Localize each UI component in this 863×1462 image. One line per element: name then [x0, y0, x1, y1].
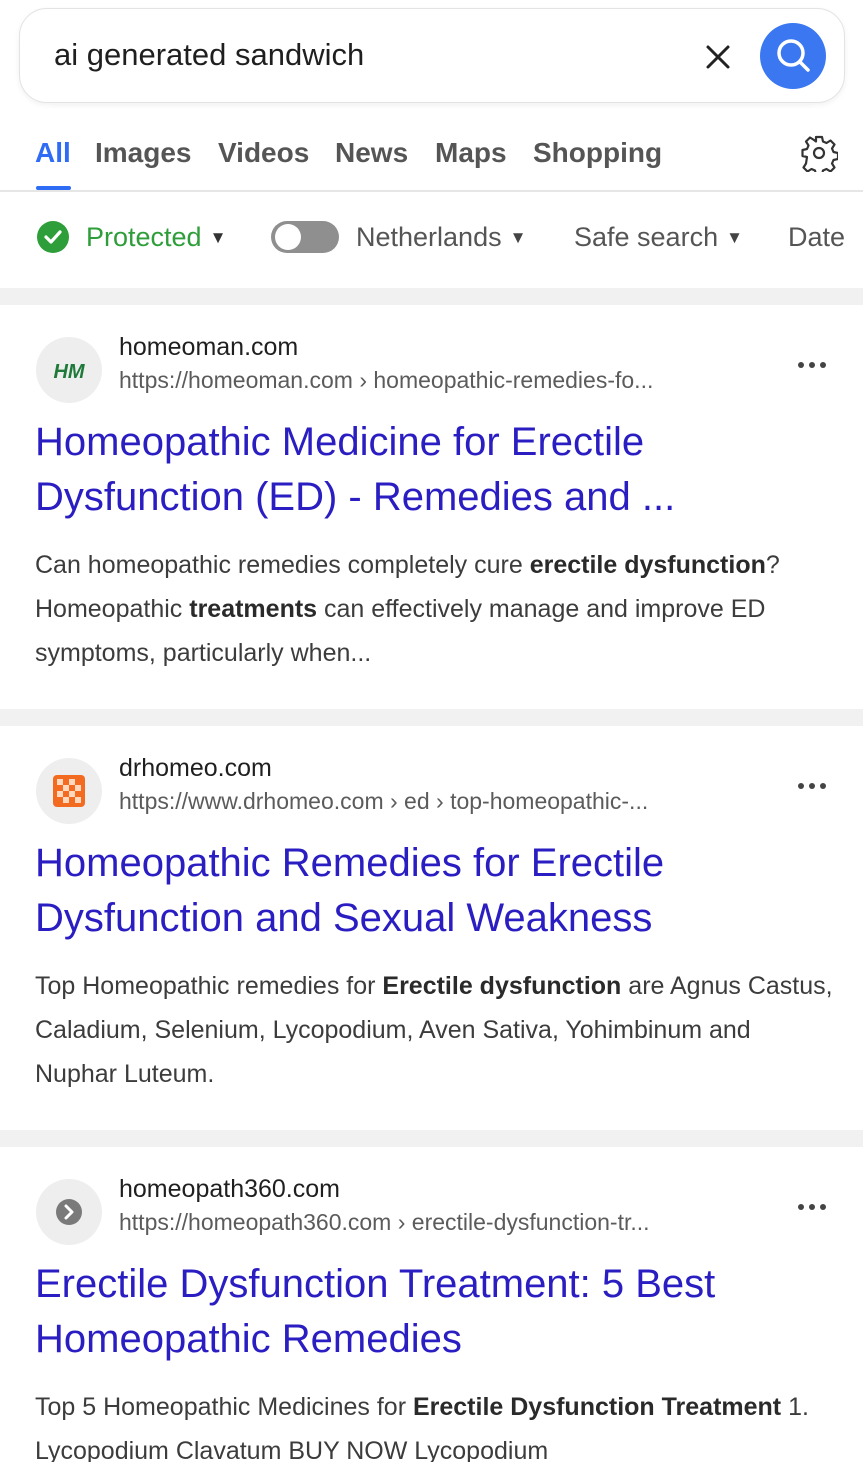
more-horizontal-icon [798, 1204, 826, 1210]
site-favicon [36, 1179, 102, 1245]
tab-news[interactable]: News [335, 137, 408, 169]
region-label: Netherlands [356, 222, 502, 252]
check-circle-icon [37, 221, 69, 253]
section-divider [0, 288, 863, 305]
search-button[interactable] [760, 23, 826, 89]
close-icon [706, 45, 730, 69]
region-filter[interactable]: Netherlands ▼ [356, 222, 526, 253]
more-options-button[interactable] [790, 1195, 834, 1219]
caret-down-icon: ▼ [209, 228, 227, 247]
result-snippet: Can homeopathic remedies completely cure… [35, 543, 835, 675]
result-url[interactable]: https://homeopath360.com › erectile-dysf… [119, 1209, 650, 1236]
more-horizontal-icon [798, 362, 826, 368]
result-title-link[interactable]: Homeopathic Remedies for Erectile Dysfun… [35, 836, 835, 946]
result-url[interactable]: https://homeoman.com › homeopathic-remed… [119, 367, 653, 394]
safe-search-label: Safe search [574, 222, 719, 252]
result-snippet: Top Homeopathic remedies for Erectile dy… [35, 964, 835, 1096]
tab-maps[interactable]: Maps [435, 137, 507, 169]
date-filter[interactable]: Date [788, 222, 845, 253]
site-favicon [36, 758, 102, 824]
date-label: Date [788, 222, 846, 252]
search-tabs: All Images Videos News Maps Shopping [0, 110, 863, 192]
snippet-highlight: erectile dysfunction [529, 551, 766, 579]
search-bar [19, 8, 845, 103]
site-name[interactable]: homeoman.com [119, 333, 298, 362]
search-icon [777, 39, 810, 72]
caret-down-icon: ▼ [509, 228, 527, 247]
play-arrow-icon [56, 1199, 82, 1225]
favicon-text: HM [53, 361, 85, 383]
result-snippet: Top 5 Homeopathic Medicines for Erectile… [35, 1385, 835, 1462]
region-toggle[interactable] [271, 221, 339, 253]
homeoman-logo-icon: HM [53, 361, 85, 383]
search-result: HM homeoman.com https://homeoman.com › h… [0, 305, 863, 709]
snippet-highlight: Erectile Dysfunction Treatment [412, 1393, 782, 1421]
caret-down-icon: ▼ [726, 228, 743, 247]
snippet-highlight: treatments [189, 595, 318, 623]
more-options-button[interactable] [790, 774, 834, 798]
search-result: homeopath360.com https://homeopath360.co… [0, 1147, 863, 1462]
result-url[interactable]: https://www.drhomeo.com › ed › top-homeo… [119, 788, 648, 815]
search-input[interactable] [54, 31, 654, 79]
snippet-text: Top 5 Homeopathic Medicines for [35, 1393, 413, 1421]
site-name[interactable]: drhomeo.com [119, 754, 272, 783]
snippet-text: Top Homeopathic remedies for [35, 972, 383, 1000]
tab-shopping[interactable]: Shopping [533, 137, 662, 169]
protected-label: Protected [86, 222, 202, 252]
active-tab-indicator [36, 186, 71, 190]
more-horizontal-icon [798, 783, 826, 789]
filter-bar: Protected ▼ Netherlands ▼ Safe search ▼ Dat… [0, 194, 863, 288]
tab-videos[interactable]: Videos [218, 137, 309, 169]
snippet-text: Can homeopathic remedies completely cure [35, 551, 530, 579]
site-name[interactable]: homeopath360.com [119, 1175, 340, 1204]
settings-button[interactable] [800, 134, 840, 177]
toggle-knob [275, 224, 301, 250]
clear-search-button[interactable] [698, 37, 738, 77]
search-result: drhomeo.com https://www.drhomeo.com › ed… [0, 726, 863, 1130]
section-divider [0, 709, 863, 726]
more-options-button[interactable] [790, 353, 834, 377]
section-divider [0, 1130, 863, 1147]
result-title-link[interactable]: Erectile Dysfunction Treatment: 5 Best H… [35, 1257, 835, 1367]
tab-images[interactable]: Images [95, 137, 192, 169]
drhomeo-logo-icon [53, 775, 85, 807]
protected-filter[interactable]: Protected ▼ [86, 222, 226, 253]
gear-icon [801, 135, 840, 177]
tab-all[interactable]: All [35, 137, 71, 169]
snippet-highlight: Erectile dysfunction [382, 972, 622, 1000]
safe-search-filter[interactable]: Safe search ▼ [574, 222, 743, 253]
site-favicon: HM [36, 337, 102, 403]
result-title-link[interactable]: Homeopathic Medicine for Erectile Dysfun… [35, 415, 835, 525]
